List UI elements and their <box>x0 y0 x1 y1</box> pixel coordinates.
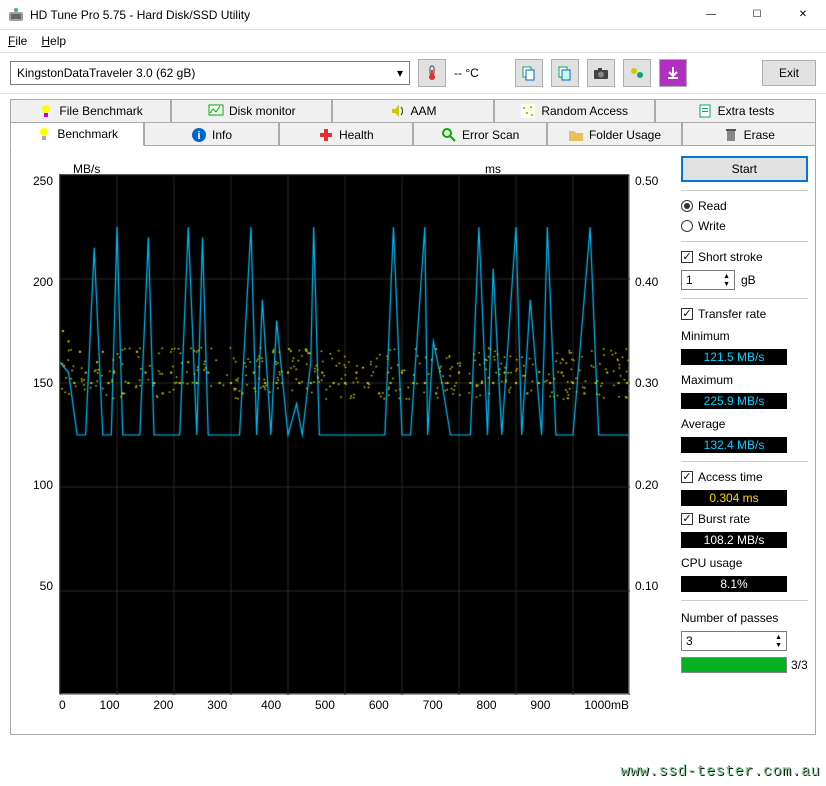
spinner-arrows-icon: ▲▼ <box>723 273 730 288</box>
window-title: HD Tune Pro 5.75 - Hard Disk/SSD Utility <box>30 8 688 22</box>
tab-file-benchmark[interactable]: File Benchmark <box>10 99 171 122</box>
title-bar: HD Tune Pro 5.75 - Hard Disk/SSD Utility… <box>0 0 826 30</box>
watermark: www.ssd-tester.com.au <box>620 763 820 780</box>
monitor-icon <box>208 103 224 119</box>
checkbox-icon <box>681 308 693 320</box>
copy-info-button[interactable] <box>515 59 543 87</box>
clipboard-icon <box>697 103 713 119</box>
radio-icon <box>681 220 693 232</box>
tab-folder-usage[interactable]: Folder Usage <box>547 122 681 146</box>
cpu-value: 8.1% <box>681 576 787 592</box>
tab-health[interactable]: Health <box>279 122 413 146</box>
tab-error-scan[interactable]: Error Scan <box>413 122 547 146</box>
chart-wrapper: MB/s ms 250 200 150 100 50 0.50 0.40 0. <box>25 156 669 724</box>
short-stroke-unit: gB <box>741 273 756 287</box>
tab-extra-tests[interactable]: Extra tests <box>655 99 816 122</box>
burst-value: 108.2 MB/s <box>681 532 787 548</box>
thermometer-icon <box>424 65 440 81</box>
settings-icon <box>629 65 645 81</box>
folder-icon <box>568 127 584 143</box>
tab-random-access[interactable]: Random Access <box>494 99 655 122</box>
bulb-icon <box>38 103 54 119</box>
passes-spinner[interactable]: 3▲▼ <box>681 631 787 651</box>
download-icon <box>665 65 681 81</box>
tab-aam[interactable]: AAM <box>332 99 493 122</box>
minimize-button[interactable]: — <box>688 0 734 30</box>
tab-row-bottom: Benchmark iInfo Health Error Scan Folder… <box>10 121 816 145</box>
maximize-button[interactable]: ☐ <box>734 0 780 30</box>
camera-icon <box>593 65 609 81</box>
radio-write[interactable]: Write <box>681 219 808 233</box>
side-panel: Start Read Write Short stroke 1▲▼ gB Tra… <box>681 156 808 724</box>
tab-disk-monitor[interactable]: Disk monitor <box>171 99 332 122</box>
tabs-container: File Benchmark Disk monitor AAM Random A… <box>0 94 826 735</box>
menu-bar: File Help <box>0 30 826 52</box>
exit-button[interactable]: Exit <box>762 60 816 86</box>
app-icon <box>8 7 24 23</box>
svg-text:i: i <box>197 130 200 142</box>
checkbox-icon <box>681 471 693 483</box>
passes-progress <box>681 657 787 673</box>
health-icon <box>318 127 334 143</box>
copy-text-button[interactable] <box>551 59 579 87</box>
check-transfer-rate[interactable]: Transfer rate <box>681 307 808 321</box>
menu-help[interactable]: Help <box>41 34 66 48</box>
benchmark-chart <box>59 174 629 694</box>
min-label: Minimum <box>681 329 808 343</box>
temperature-value: -- °C <box>454 66 479 80</box>
radio-icon <box>681 200 693 212</box>
menu-file[interactable]: File <box>8 34 27 48</box>
check-burst-rate[interactable]: Burst rate <box>681 512 808 526</box>
cpu-label: CPU usage <box>681 556 808 570</box>
passes-label: Number of passes <box>681 611 808 625</box>
spinner-arrows-icon: ▲▼ <box>775 634 782 649</box>
copy-icon <box>521 65 537 81</box>
exit-label: Exit <box>779 66 799 80</box>
check-short-stroke[interactable]: Short stroke <box>681 250 808 264</box>
save-button[interactable] <box>659 59 687 87</box>
radio-read[interactable]: Read <box>681 199 808 213</box>
copy-text-icon <box>557 65 573 81</box>
screenshot-button[interactable] <box>587 59 615 87</box>
avg-label: Average <box>681 417 808 431</box>
random-icon <box>520 103 536 119</box>
bulb-icon <box>36 126 52 142</box>
options-button[interactable] <box>623 59 651 87</box>
info-icon: i <box>191 127 207 143</box>
tab-content-benchmark: MB/s ms 250 200 150 100 50 0.50 0.40 0. <box>10 145 816 735</box>
device-select-value: KingstonDataTraveler 3.0 (62 gB) <box>17 66 195 80</box>
check-access-time[interactable]: Access time <box>681 470 808 484</box>
short-stroke-spinner[interactable]: 1▲▼ <box>681 270 735 290</box>
temperature-button[interactable] <box>418 59 446 87</box>
tab-benchmark[interactable]: Benchmark <box>10 122 144 146</box>
access-value: 0.304 ms <box>681 490 787 506</box>
close-button[interactable]: ✕ <box>780 0 826 30</box>
x-axis: 0 100 200 300 400 500 600 700 800 900 10… <box>59 694 629 712</box>
y-axis-right: 0.50 0.40 0.30 0.20 0.10 <box>629 174 669 694</box>
speaker-icon <box>390 103 406 119</box>
avg-value: 132.4 MB/s <box>681 437 787 453</box>
checkbox-icon <box>681 513 693 525</box>
start-button[interactable]: Start <box>681 156 808 182</box>
tab-row-top: File Benchmark Disk monitor AAM Random A… <box>10 98 816 121</box>
search-icon <box>441 127 457 143</box>
progress-text: 3/3 <box>791 658 808 672</box>
trash-icon <box>723 127 739 143</box>
checkbox-icon <box>681 251 693 263</box>
tab-erase[interactable]: Erase <box>682 122 816 146</box>
max-value: 225.9 MB/s <box>681 393 787 409</box>
tab-info[interactable]: iInfo <box>144 122 278 146</box>
chevron-down-icon: ▾ <box>397 66 403 80</box>
min-value: 121.5 MB/s <box>681 349 787 365</box>
device-select[interactable]: KingstonDataTraveler 3.0 (62 gB) ▾ <box>10 61 410 85</box>
toolbar: KingstonDataTraveler 3.0 (62 gB) ▾ -- °C… <box>0 52 826 94</box>
y-axis-left: 250 200 150 100 50 <box>25 174 59 694</box>
max-label: Maximum <box>681 373 808 387</box>
